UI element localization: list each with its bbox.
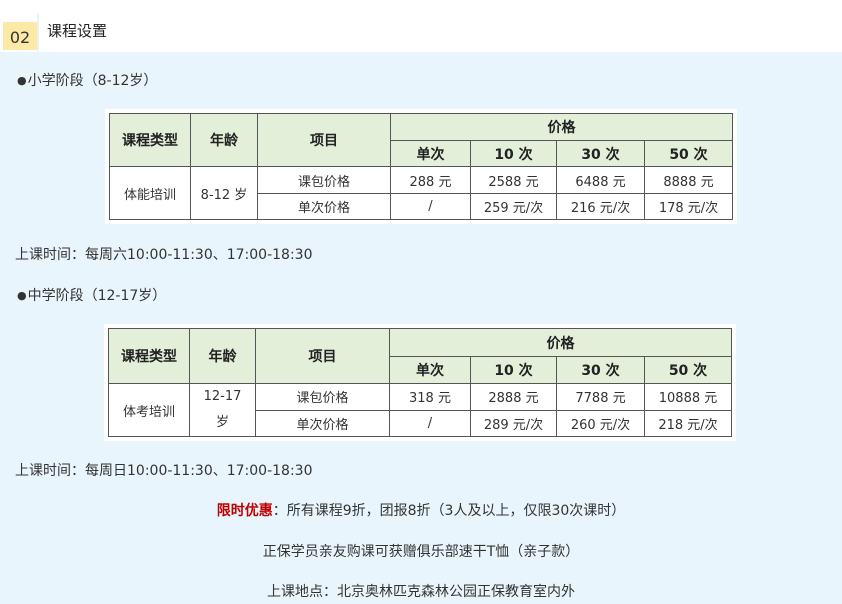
row-label: 单次价格 xyxy=(257,193,391,220)
price-cell: 288 元 xyxy=(390,166,471,194)
sub-header-single: 单次 xyxy=(390,140,471,167)
price-cell: 2888 元 xyxy=(470,383,557,411)
price-cell: 289 元/次 xyxy=(470,409,557,437)
promo-label: 限时优惠 xyxy=(216,503,273,519)
col-header-item: 项目 xyxy=(257,113,391,167)
bullet-icon: ● xyxy=(17,74,27,87)
course-type-cell: 体能培训 xyxy=(109,166,191,220)
section-number-accent xyxy=(37,14,39,52)
price-cell: / xyxy=(389,409,471,437)
price-cell: 260 元/次 xyxy=(556,409,645,437)
sub-header-30: 30 次 xyxy=(556,356,645,384)
col-header-type: 课程类型 xyxy=(108,328,190,384)
middle-schedule: 上课时间：每周日10:00-11:30、17:00-18:30 xyxy=(15,463,313,479)
bullet-icon: ● xyxy=(17,289,27,302)
gift-line: 正保学员亲友购课可获赠俱乐部速干T恤（亲子款） xyxy=(262,544,580,560)
col-header-type: 课程类型 xyxy=(109,113,191,167)
price-cell: 7788 元 xyxy=(556,383,645,411)
sub-header-50: 50 次 xyxy=(644,356,732,384)
col-header-price: 价格 xyxy=(389,328,732,357)
section-number: 02 xyxy=(9,28,31,47)
price-cell: 10888 元 xyxy=(644,383,732,411)
sub-header-single: 单次 xyxy=(389,356,471,384)
row-label: 单次价格 xyxy=(255,409,390,437)
promo-text: ：所有课程9折，团报8折（3人及以上，仅限30次课时） xyxy=(272,503,626,519)
age-cell: 12-17 岁 xyxy=(189,383,256,437)
price-cell: 6488 元 xyxy=(556,166,645,194)
course-type-cell: 体考培训 xyxy=(108,383,190,437)
col-header-price: 价格 xyxy=(390,113,733,141)
row-label: 课包价格 xyxy=(255,383,390,411)
section-title: 课程设置 xyxy=(47,22,108,40)
sub-header-50: 50 次 xyxy=(644,140,733,167)
middle-price-table: 课程类型 年龄 项目 价格 单次 10 次 30 次 50 次 体考培训 12-… xyxy=(104,324,736,441)
col-header-age: 年龄 xyxy=(189,328,256,384)
location-line: 上课地点：北京奥林匹克森林公园正保教育室内外 xyxy=(267,584,575,600)
price-cell: 218 元/次 xyxy=(644,409,732,437)
promo-line: 限时优惠：所有课程9折，团报8折（3人及以上，仅限30次课时） xyxy=(0,500,842,520)
price-cell: 2588 元 xyxy=(470,166,557,194)
price-cell: 178 元/次 xyxy=(644,193,733,220)
primary-price-table: 课程类型 年龄 项目 价格 单次 10 次 30 次 50 次 体能培训 8-1… xyxy=(105,109,737,224)
age-cell: 8-12 岁 xyxy=(190,166,258,220)
section-header: 02 课程设置 xyxy=(0,0,842,52)
sub-header-10: 10 次 xyxy=(470,356,557,384)
middle-heading: ●中学阶段（12-17岁） xyxy=(17,288,167,304)
primary-heading: ●小学阶段（8-12岁） xyxy=(17,73,158,89)
price-cell: / xyxy=(390,193,471,220)
sub-header-10: 10 次 xyxy=(470,140,557,167)
price-cell: 8888 元 xyxy=(644,166,733,194)
row-label: 课包价格 xyxy=(257,166,391,194)
price-cell: 318 元 xyxy=(389,383,471,411)
col-header-age: 年龄 xyxy=(190,113,258,167)
primary-schedule: 上课时间：每周六10:00-11:30、17:00-18:30 xyxy=(15,247,313,263)
price-cell: 259 元/次 xyxy=(470,193,557,220)
price-cell: 216 元/次 xyxy=(556,193,645,220)
sub-header-30: 30 次 xyxy=(556,140,645,167)
col-header-item: 项目 xyxy=(255,328,390,384)
